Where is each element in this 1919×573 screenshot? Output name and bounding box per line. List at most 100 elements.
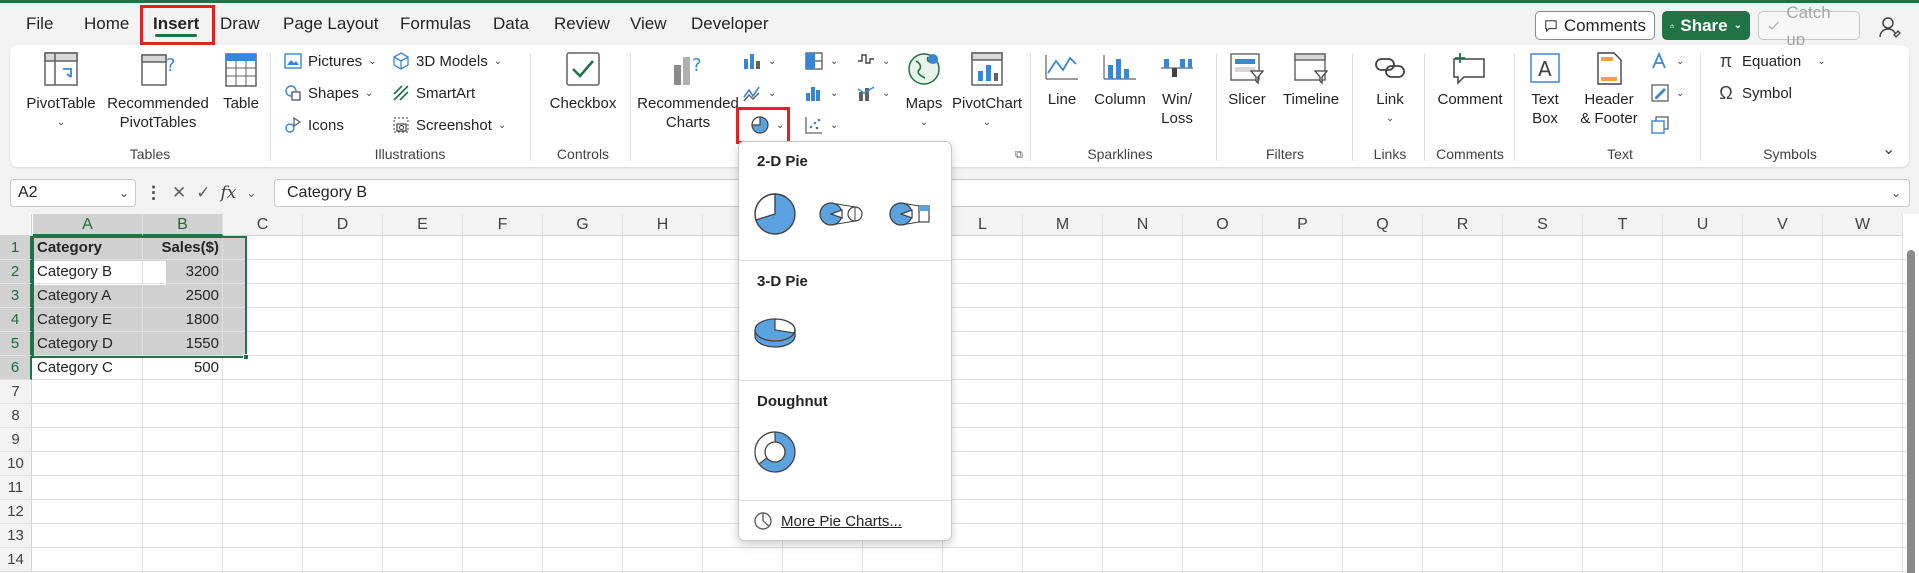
row-header-8[interactable]: 8 xyxy=(0,404,32,428)
expand-formula-icon[interactable]: ⌄ xyxy=(1891,180,1901,206)
column-header-V[interactable]: V xyxy=(1743,214,1823,236)
scatter-chart-button[interactable]: ⌄ xyxy=(804,113,838,137)
enter-icon[interactable]: ✓ xyxy=(196,183,210,203)
wordart-button[interactable]: ⌄ xyxy=(1650,49,1684,73)
column-header-Q[interactable]: Q xyxy=(1343,214,1423,236)
column-header-W[interactable]: W xyxy=(1823,214,1903,236)
3d-pie-icon[interactable] xyxy=(751,308,799,356)
column-header-R[interactable]: R xyxy=(1423,214,1503,236)
column-header-H[interactable]: H xyxy=(623,214,703,236)
row-header-3[interactable]: 3 xyxy=(0,284,32,308)
worksheet-grid[interactable]: ABCDEFGHIJKLMNOPQRSTUVW 1234567891011121… xyxy=(0,214,1919,573)
recommended-pivottables-button[interactable]: ? Recommended PivotTables xyxy=(102,51,214,132)
pie-icon[interactable] xyxy=(751,190,799,238)
column-header-M[interactable]: M xyxy=(1023,214,1103,236)
column-header-G[interactable]: G xyxy=(543,214,623,236)
cell-B6[interactable]: 500 xyxy=(143,356,223,380)
row-header-10[interactable]: 10 xyxy=(0,452,32,476)
row-header-11[interactable]: 11 xyxy=(0,476,32,500)
hierarchy-chart-button[interactable]: ⌄ xyxy=(804,49,838,73)
column-header-P[interactable]: P xyxy=(1263,214,1343,236)
tab-draw[interactable]: Draw xyxy=(210,9,270,39)
column-header-L[interactable]: L xyxy=(943,214,1023,236)
column-header-D[interactable]: D xyxy=(303,214,383,236)
link-button[interactable]: Link ⌄ xyxy=(1360,51,1420,128)
tab-developer[interactable]: Developer xyxy=(681,9,779,39)
sparkline-column-button[interactable]: Column xyxy=(1090,51,1150,109)
share-button[interactable]: Share ⌄ xyxy=(1662,11,1750,40)
slicer-button[interactable]: Slicer xyxy=(1222,51,1272,109)
scrollbar-thumb[interactable] xyxy=(1907,250,1915,573)
recommended-charts-button[interactable]: ? Recommended Charts xyxy=(632,51,744,132)
row-header-1[interactable]: 1 xyxy=(0,236,32,260)
3d-models-button[interactable]: 3D Models ⌄ xyxy=(392,49,502,73)
screenshot-button[interactable]: Screenshot ⌄ xyxy=(392,113,506,137)
equation-button[interactable]: π Equation ⌄ xyxy=(1716,49,1826,73)
catchup-button[interactable]: Catch up xyxy=(1758,3,1860,49)
column-header-C[interactable]: C xyxy=(223,214,303,236)
column-header-F[interactable]: F xyxy=(463,214,543,236)
pivottable-button[interactable]: PivotTable ⌄ xyxy=(24,51,98,132)
tab-page-layout[interactable]: Page Layout xyxy=(273,9,388,39)
textbox-button[interactable]: A Text Box xyxy=(1520,51,1570,128)
shapes-button[interactable]: Shapes ⌄ xyxy=(284,81,373,105)
header-footer-button[interactable]: Header & Footer xyxy=(1574,51,1644,128)
tab-formulas[interactable]: Formulas xyxy=(390,9,481,39)
column-header-O[interactable]: O xyxy=(1183,214,1263,236)
row-header-13[interactable]: 13 xyxy=(0,524,32,548)
tab-home[interactable]: Home xyxy=(74,9,139,39)
row-header-7[interactable]: 7 xyxy=(0,380,32,404)
signature-line-button[interactable]: ⌄ xyxy=(1650,81,1684,105)
row-header-2[interactable]: 2 xyxy=(0,260,32,284)
function-icon[interactable]: fx xyxy=(221,183,237,203)
more-pie-charts-button[interactable]: More Pie Charts... xyxy=(753,509,902,533)
combo-chart-button[interactable]: ⌄ xyxy=(856,81,890,105)
row-header-12[interactable]: 12 xyxy=(0,500,32,524)
pie-of-pie-icon[interactable] xyxy=(817,190,865,238)
cancel-icon[interactable]: ✕ xyxy=(172,183,186,203)
maps-button[interactable]: Maps ⌄ xyxy=(896,49,952,132)
row-header-14[interactable]: 14 xyxy=(0,548,32,572)
chevron-down-icon[interactable]: ⌄ xyxy=(246,186,256,200)
row-header-9[interactable]: 9 xyxy=(0,428,32,452)
new-comment-button[interactable]: Comment xyxy=(1430,51,1510,109)
tab-review[interactable]: Review xyxy=(544,9,620,39)
cell-A6[interactable]: Category C xyxy=(33,356,143,380)
pivotchart-button[interactable]: PivotChart ⌄ xyxy=(952,49,1022,132)
tab-data[interactable]: Data xyxy=(483,9,539,39)
name-box[interactable]: A2 ⌄ xyxy=(10,179,136,207)
sparkline-winloss-button[interactable]: Win/ Loss xyxy=(1152,51,1202,128)
column-header-T[interactable]: T xyxy=(1583,214,1663,236)
more-options-icon[interactable]: ⋮ xyxy=(145,183,162,203)
column-header-S[interactable]: S xyxy=(1503,214,1583,236)
checkbox-button[interactable]: Checkbox xyxy=(538,51,628,113)
row-header-4[interactable]: 4 xyxy=(0,308,32,332)
row-header-5[interactable]: 5 xyxy=(0,332,32,356)
vertical-scrollbar[interactable] xyxy=(1905,236,1917,573)
smartart-button[interactable]: SmartArt xyxy=(392,81,475,105)
tab-file[interactable]: File xyxy=(16,9,63,39)
sparkline-line-button[interactable]: Line xyxy=(1038,51,1086,109)
pictures-button[interactable]: Pictures ⌄ xyxy=(284,49,377,73)
select-all-corner[interactable] xyxy=(0,214,32,236)
column-header-A[interactable]: A xyxy=(33,214,143,236)
column-header-N[interactable]: N xyxy=(1103,214,1183,236)
statistic-chart-button[interactable]: ⌄ xyxy=(804,81,838,105)
column-header-U[interactable]: U xyxy=(1663,214,1743,236)
symbol-button[interactable]: Ω Symbol xyxy=(1716,81,1792,105)
ribbon-collapse-icon[interactable]: ⌄ xyxy=(1882,139,1895,159)
table-button[interactable]: Table xyxy=(216,51,266,113)
bar-of-pie-icon[interactable] xyxy=(887,190,935,238)
charts-dialog-launcher-icon[interactable]: ⧉ xyxy=(1015,149,1023,162)
doughnut-icon[interactable] xyxy=(751,428,799,476)
formula-input[interactable]: Category B ⌄ xyxy=(274,179,1910,207)
tab-view[interactable]: View xyxy=(620,9,677,39)
line-chart-button[interactable]: ⌄ xyxy=(742,81,776,105)
person-icon[interactable] xyxy=(1878,15,1902,39)
icons-button[interactable]: Icons xyxy=(284,113,344,137)
column-header-E[interactable]: E xyxy=(383,214,463,236)
waterfall-chart-button[interactable]: ⌄ xyxy=(856,49,890,73)
object-button[interactable] xyxy=(1650,113,1670,137)
comments-button[interactable]: Comments xyxy=(1535,11,1655,40)
row-header-6[interactable]: 6 xyxy=(0,356,32,380)
